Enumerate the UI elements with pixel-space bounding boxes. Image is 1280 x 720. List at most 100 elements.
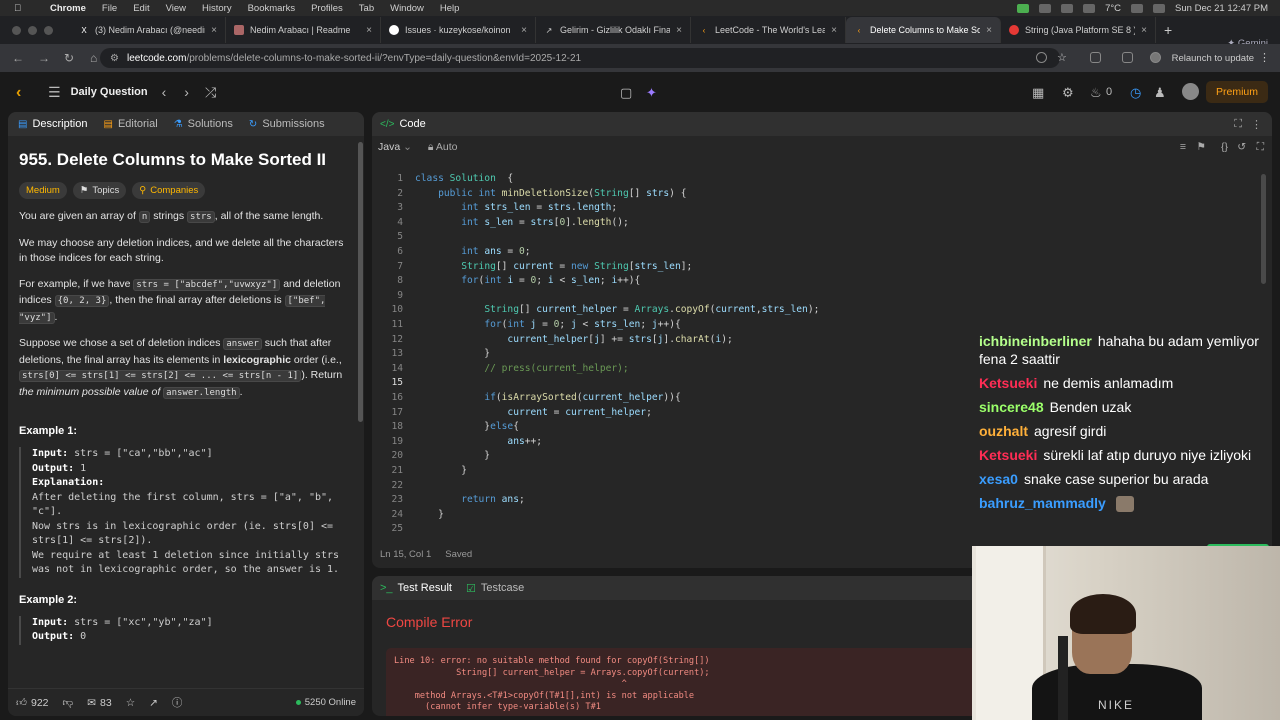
menu-help[interactable]: Help [440,3,460,14]
profile-icon[interactable] [1150,52,1161,63]
close-tab-icon[interactable]: × [986,25,992,36]
close-tab-icon[interactable]: × [521,25,527,36]
tab-description[interactable]: ▤ Description [18,118,87,130]
problem-list-icon[interactable]: ☰ [48,84,61,101]
prev-problem-icon[interactable]: ‹ [162,84,167,100]
scrollbar-thumb[interactable] [358,142,363,422]
status-green-icon[interactable] [1017,3,1030,13]
menu-view[interactable]: View [166,3,186,14]
favorite-button[interactable]: ☆ [126,697,135,709]
daily-question-title[interactable]: Daily Question [71,86,148,98]
more-menu-icon[interactable]: ⋮ [1259,51,1270,64]
close-tab-icon[interactable]: × [366,25,372,36]
problem-title[interactable]: 955. Delete Columns to Make Sorted II [19,150,364,170]
zoom-icon[interactable] [1036,52,1047,63]
browser-tab[interactable]: Nedim Arabacı | Readme × [226,17,381,43]
code-line[interactable]: 6 int ans = 0; [372,245,1262,260]
browser-tab[interactable]: X (3) Nedim Arabacı (@needim × [71,17,226,43]
fire-streak-icon[interactable]: ♨ [1090,85,1102,101]
close-window-button[interactable] [12,25,21,35]
settings-gear-icon[interactable]: ⚙ [1062,85,1074,101]
code-line[interactable]: 10 String[] current_helper = Arrays.copy… [372,303,1262,318]
code-line[interactable]: 1 class Solution { [372,172,1262,187]
menu-tab[interactable]: Tab [359,3,374,14]
reload-button[interactable]: ↻ [64,51,78,65]
share-button[interactable]: ↗ [149,697,158,709]
apple-icon[interactable]:  [14,3,28,14]
format-icon[interactable]: ≡ [1180,141,1186,153]
code-line[interactable]: 2 public int minDeletionSize(String[] st… [372,187,1262,202]
relaunch-button[interactable]: Relaunch to update [1172,53,1254,64]
extension-icon[interactable] [1090,52,1101,63]
code-line[interactable]: 11 for(int j = 0; j < strs_len; j++){ [372,318,1262,333]
battery-icon[interactable] [1131,3,1144,13]
close-tab-icon[interactable]: × [676,25,682,36]
notes-icon[interactable]: ▢ [620,85,632,101]
menu-app-name[interactable]: Chrome [50,3,86,14]
help-button[interactable]: ⓘ [172,695,183,710]
tab-test-result[interactable]: >_ Test Result [380,582,452,594]
reset-icon[interactable]: ↺ [1237,141,1246,153]
zoom-window-button[interactable] [44,25,53,35]
menu-bookmarks[interactable]: Bookmarks [248,3,296,14]
tab-editorial[interactable]: ▤ Editorial [103,118,157,130]
leetcode-logo-icon[interactable]: ‹ [16,84,32,101]
code-line[interactable]: 8 for(int i = 0; i < s_len; i++){ [372,274,1262,289]
comments-button[interactable]: ✉ 83 [87,697,112,709]
avatar[interactable] [1182,83,1199,100]
forward-button[interactable]: → [38,51,52,65]
code-line[interactable]: 5 [372,230,1262,245]
editor-scrollbar[interactable] [1261,174,1266,284]
close-tab-icon[interactable]: × [1141,25,1147,36]
dislike-button[interactable]: 👎︎ [63,696,74,709]
code-line[interactable]: 25 [372,522,1262,537]
companies-button[interactable]: ⚲ Companies [132,182,206,199]
more-icon[interactable]: ⋮ [1251,118,1262,131]
temperature[interactable]: 7°C [1105,3,1121,14]
language-select[interactable]: Java ⌄ [378,141,412,153]
menu-history[interactable]: History [202,3,232,14]
minimize-window-button[interactable] [28,25,37,35]
code-line[interactable]: 9 [372,289,1262,304]
menu-window[interactable]: Window [390,3,424,14]
menu-edit[interactable]: Edit [133,3,149,14]
layout-icon[interactable]: ▦ [1032,85,1044,101]
status-icon[interactable] [1039,3,1052,13]
shuffle-icon[interactable]: ⤮ [205,84,216,101]
close-tab-icon[interactable]: × [831,25,837,36]
browser-tab[interactable]: String (Java Platform SE 8 ) × [1001,17,1156,43]
menu-file[interactable]: File [102,3,117,14]
tab-submissions[interactable]: ↻ Submissions [249,118,325,130]
code-line[interactable]: 7 String[] current = new String[strs_len… [372,260,1262,275]
braces-icon[interactable]: {} [1221,141,1228,153]
code-line[interactable]: 4 int s_len = strs[0].length(); [372,216,1262,231]
scrollbar[interactable] [358,142,364,702]
extension-icon[interactable] [1122,52,1133,63]
close-tab-icon[interactable]: × [211,25,217,36]
wifi-icon[interactable] [1153,3,1166,13]
browser-tab[interactable]: Issues · kuzeykose/koinon × [381,17,536,43]
topics-button[interactable]: ⚑ Topics [72,182,127,199]
browser-tab[interactable]: ‹ LeetCode - The World's Lea × [691,17,846,43]
menubar-clock[interactable]: Sun Dec 21 12:47 PM [1175,3,1268,14]
weather-icon[interactable] [1083,3,1096,13]
expand-icon[interactable]: ⛶ [1234,118,1242,131]
timer-icon[interactable]: ◷ [1130,85,1141,101]
status-icon[interactable] [1061,3,1074,13]
site-info-icon[interactable]: ⚙ [110,53,119,64]
ai-assist-icon[interactable]: ✦ [646,85,657,101]
address-bar[interactable]: ⚙ leetcode.com/problems/delete-columns-t… [100,48,1060,68]
menu-profiles[interactable]: Profiles [311,3,343,14]
tab-testcase[interactable]: ☑ Testcase [466,582,524,595]
next-problem-icon[interactable]: › [184,84,189,100]
add-friend-icon[interactable]: ♟ [1154,85,1166,101]
tab-solutions[interactable]: ⚗ Solutions [174,118,233,130]
new-tab-button[interactable]: + [1164,22,1172,38]
premium-button[interactable]: Premium [1205,81,1268,103]
back-button[interactable]: ← [12,51,26,65]
like-button[interactable]: 👍︎ 922 [16,696,49,710]
fullscreen-icon[interactable]: ⛶ [1257,141,1264,154]
bookmark-star-icon[interactable]: ☆ [1057,51,1067,64]
bookmark-icon[interactable]: ⚑ [1197,141,1206,153]
browser-tab[interactable]: ↗ Gelirim - Gizlilik Odaklı Finan × [536,17,691,43]
